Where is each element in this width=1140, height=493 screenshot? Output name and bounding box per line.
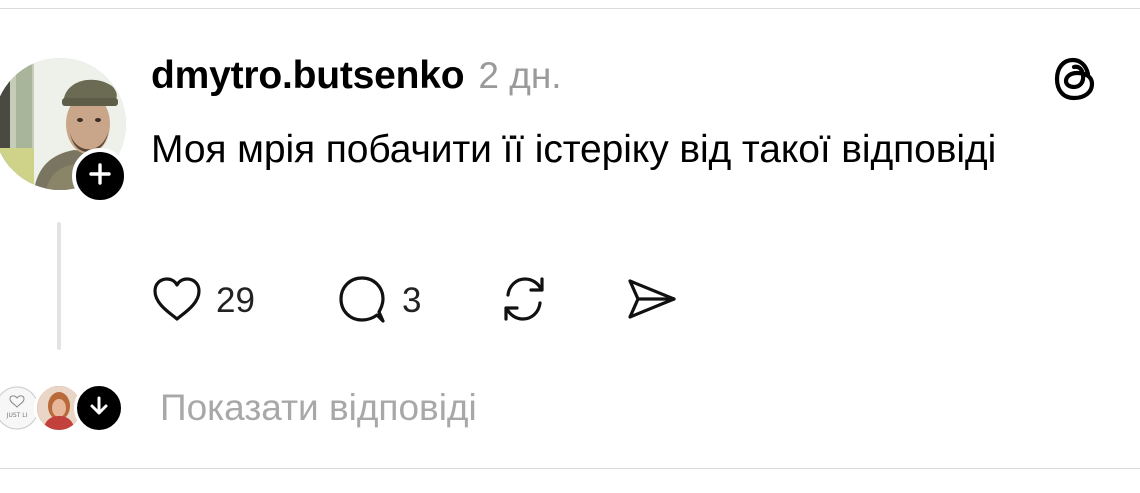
post-text: Моя мрія побачити її істеріку від такої … — [151, 128, 997, 171]
expand-replies-button[interactable] — [74, 383, 124, 433]
follow-button[interactable] — [72, 148, 128, 204]
send-icon — [624, 271, 680, 332]
repost-icon — [496, 271, 552, 332]
post-header: dmytro.butsenko 2 дн. — [151, 54, 562, 98]
plus-icon — [88, 162, 112, 191]
author-avatar-container[interactable] — [0, 58, 128, 204]
like-count: 29 — [216, 281, 255, 320]
repost-button[interactable] — [496, 273, 552, 329]
threads-logo-icon[interactable] — [1052, 54, 1102, 104]
reply-avatar-text: JUST LI — [6, 412, 28, 419]
comment-bubble-icon — [336, 272, 390, 331]
heart-icon — [150, 274, 204, 329]
arrow-down-icon — [88, 395, 110, 422]
top-divider — [0, 8, 1140, 9]
show-replies-link[interactable]: Показати відповіді — [160, 387, 477, 429]
username[interactable]: dmytro.butsenko — [151, 54, 465, 98]
like-button[interactable]: 29 — [150, 273, 255, 329]
thread-connector-line — [57, 222, 61, 350]
replies-preview-row: JUST LI Показати відповіді — [0, 383, 700, 437]
bottom-divider — [0, 468, 1140, 469]
reply-button[interactable]: 3 — [336, 273, 421, 329]
post-timestamp: 2 дн. — [478, 55, 562, 96]
reply-count: 3 — [402, 281, 422, 320]
share-button[interactable] — [624, 273, 680, 329]
